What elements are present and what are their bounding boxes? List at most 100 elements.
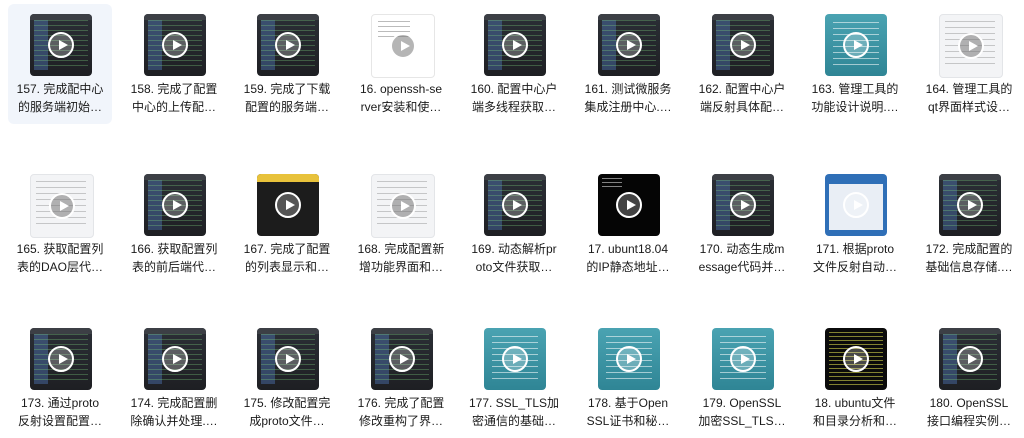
file-name-label: 162. 配置中心户 端反射具体配… (690, 80, 794, 116)
file-name-label: 157. 完成配中心 的服务端初始… (8, 80, 112, 116)
video-thumbnail[interactable] (598, 14, 660, 76)
file-name-label: 164. 管理工具的 qt界面样式设… (917, 80, 1021, 116)
video-file-item[interactable]: 157. 完成配中心 的服务端初始… (8, 4, 112, 124)
play-icon (616, 192, 642, 218)
video-thumbnail[interactable] (144, 174, 206, 236)
file-name-label: 176. 完成了配置 修改重构了界… (349, 394, 453, 430)
video-file-item[interactable]: 16. openssh-se rver安装和使… (349, 4, 453, 124)
video-thumbnail[interactable] (712, 14, 774, 76)
file-name-line-2: oto文件获取… (475, 260, 553, 274)
file-name-line-1: 16. openssh-se (359, 82, 443, 96)
file-name-line-1: 169. 动态解析pr (471, 242, 557, 256)
file-name-line-1: 168. 完成配置新 (357, 242, 445, 256)
video-file-item[interactable]: 168. 完成配置新 增功能界面和… (349, 164, 453, 284)
file-name-label: 171. 根据proto 文件反射自动… (803, 240, 907, 276)
file-name-label: 180. OpenSSL 接口编程实例… (917, 394, 1021, 430)
video-thumbnail[interactable] (484, 174, 546, 236)
video-file-item[interactable]: 17. ubunt18.04 的IP静态地址… (576, 164, 680, 284)
file-name-line-1: 178. 基于Open (587, 396, 669, 410)
file-name-label: 17. ubunt18.04 的IP静态地址… (576, 240, 680, 276)
video-file-item[interactable]: 158. 完成了配置 中心的上传配… (122, 4, 226, 124)
play-icon (390, 193, 416, 219)
file-name-line-1: 176. 完成了配置 (357, 396, 445, 410)
video-file-item[interactable]: 18. ubuntu文件 和目录分析和… (803, 318, 907, 438)
file-name-line-1: 170. 动态生成m (699, 242, 785, 256)
video-thumbnail[interactable] (371, 174, 435, 238)
file-name-line-1: 175. 修改配置完 (243, 396, 331, 410)
video-file-item[interactable]: 177. SSL_TLS加 密通信的基础… (462, 318, 566, 438)
video-file-item[interactable]: 163. 管理工具的 功能设计说明.… (803, 4, 907, 124)
video-file-item[interactable]: 180. OpenSSL 接口编程实例… (917, 318, 1021, 438)
video-thumbnail[interactable] (939, 174, 1001, 236)
video-file-item[interactable]: 162. 配置中心户 端反射具体配… (690, 4, 794, 124)
file-name-label: 165. 获取配置列 表的DAO层代… (8, 240, 112, 276)
file-name-line-1: 158. 完成了配置 (130, 82, 218, 96)
video-file-item[interactable]: 165. 获取配置列 表的DAO层代… (8, 164, 112, 284)
video-thumbnail[interactable] (144, 14, 206, 76)
file-name-line-1: 180. OpenSSL (929, 396, 1009, 410)
video-file-item[interactable]: 161. 测试微服务 集成注册中心.… (576, 4, 680, 124)
play-icon (958, 33, 984, 59)
video-thumbnail[interactable] (825, 328, 887, 390)
file-name-line-1: 164. 管理工具的 (925, 82, 1013, 96)
video-file-item[interactable]: 171. 根据proto 文件反射自动… (803, 164, 907, 284)
file-name-line-2: 和目录分析和… (812, 414, 897, 428)
file-name-line-2: 除确认并处理.… (130, 414, 218, 428)
play-icon (389, 346, 415, 372)
video-file-item[interactable]: 174. 完成配置删 除确认并处理.… (122, 318, 226, 438)
video-thumbnail[interactable] (30, 14, 92, 76)
play-icon (275, 192, 301, 218)
file-name-line-1: 174. 完成配置删 (130, 396, 218, 410)
play-icon (162, 32, 188, 58)
video-thumbnail[interactable] (257, 14, 319, 76)
play-icon (502, 32, 528, 58)
play-icon (275, 32, 301, 58)
video-thumbnail[interactable] (598, 328, 660, 390)
file-name-line-2: 表的DAO层代… (16, 260, 103, 274)
video-thumbnail[interactable] (257, 174, 319, 236)
video-thumbnail[interactable] (371, 328, 433, 390)
video-thumbnail[interactable] (712, 328, 774, 390)
play-icon (616, 32, 642, 58)
file-name-line-2: 文件反射自动… (812, 260, 897, 274)
file-name-line-2: essage代码并… (698, 260, 786, 274)
video-file-item[interactable]: 173. 通过proto 反射设置配置… (8, 318, 112, 438)
file-name-label: 167. 完成了配置 的列表显示和… (235, 240, 339, 276)
video-thumbnail[interactable] (484, 328, 546, 390)
video-file-item[interactable]: 167. 完成了配置 的列表显示和… (235, 164, 339, 284)
video-file-item[interactable]: 178. 基于Open SSL证书和秘… (576, 318, 680, 438)
video-thumbnail[interactable] (825, 174, 887, 236)
file-name-label: 173. 通过proto 反射设置配置… (8, 394, 112, 430)
video-thumbnail[interactable] (712, 174, 774, 236)
video-thumbnail[interactable] (257, 328, 319, 390)
video-file-item[interactable]: 159. 完成了下载 配置的服务端… (235, 4, 339, 124)
video-thumbnail[interactable] (825, 14, 887, 76)
video-file-item[interactable]: 176. 完成了配置 修改重构了界… (349, 318, 453, 438)
video-thumbnail[interactable] (598, 174, 660, 236)
video-thumbnail[interactable] (939, 14, 1003, 78)
video-thumbnail[interactable] (30, 174, 94, 238)
video-file-item[interactable]: 169. 动态解析pr oto文件获取… (462, 164, 566, 284)
video-file-item[interactable]: 179. OpenSSL 加密SSL_TLS… (690, 318, 794, 438)
video-thumbnail[interactable] (939, 328, 1001, 390)
file-name-line-1: 165. 获取配置列 (16, 242, 104, 256)
video-file-item[interactable]: 175. 修改配置完 成proto文件… (235, 318, 339, 438)
video-thumbnail[interactable] (144, 328, 206, 390)
video-file-item[interactable]: 166. 获取配置列 表的前后端代… (122, 164, 226, 284)
play-icon (502, 346, 528, 372)
video-file-item[interactable]: 160. 配置中心户 端多线程获取… (462, 4, 566, 124)
play-icon (843, 346, 869, 372)
play-icon (843, 192, 869, 218)
file-name-label: 177. SSL_TLS加 密通信的基础… (462, 394, 566, 430)
file-name-line-2: 集成注册中心.… (584, 100, 672, 114)
video-thumbnail[interactable] (484, 14, 546, 76)
video-file-item[interactable]: 172. 完成配置的 基础信息存储.… (917, 164, 1021, 284)
file-name-label: 175. 修改配置完 成proto文件… (235, 394, 339, 430)
file-name-line-2: 增功能界面和… (358, 260, 443, 274)
video-thumbnail[interactable] (30, 328, 92, 390)
video-file-item[interactable]: 164. 管理工具的 qt界面样式设… (917, 4, 1021, 124)
video-file-item[interactable]: 170. 动态生成m essage代码并… (690, 164, 794, 284)
file-name-label: 174. 完成配置删 除确认并处理.… (122, 394, 226, 430)
file-name-line-2: 端多线程获取… (471, 100, 556, 114)
video-thumbnail[interactable] (371, 14, 435, 78)
